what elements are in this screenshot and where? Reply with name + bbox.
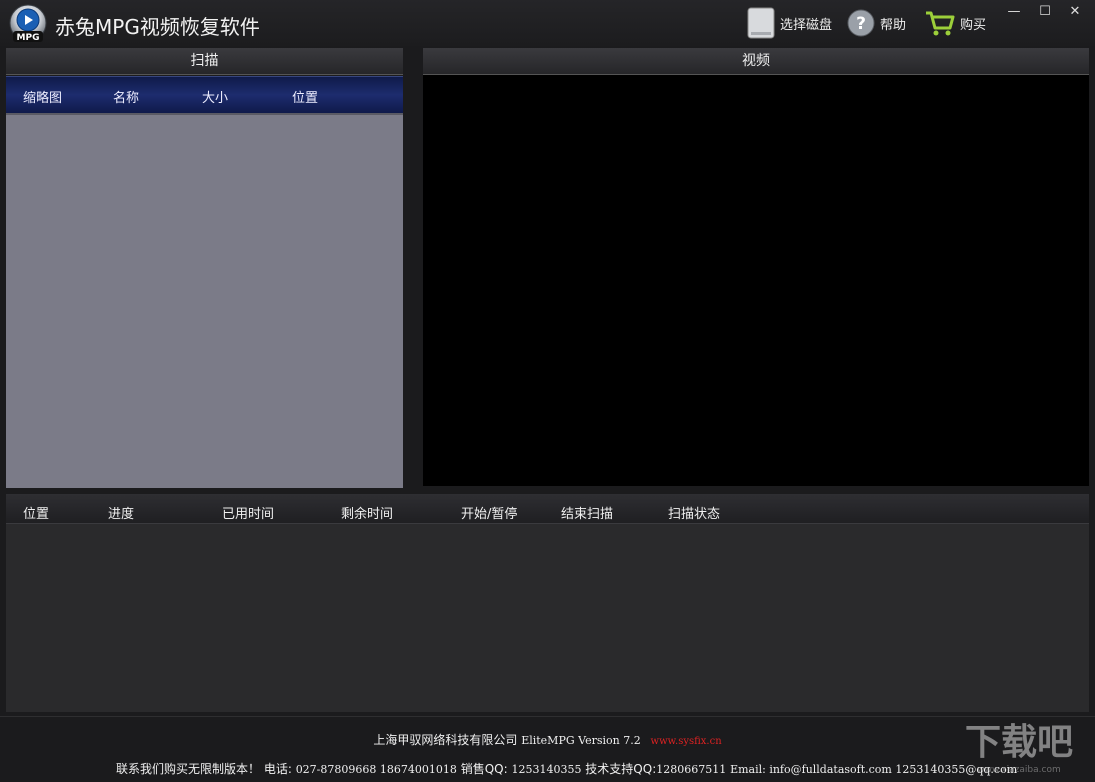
status-col-scan-state: 扫描状态 — [668, 507, 721, 522]
svg-text:?: ? — [856, 14, 866, 34]
sales-qq: 1253140355 — [511, 763, 582, 776]
minimize-button[interactable]: — — [999, 0, 1029, 22]
watermark-text: 下载吧 — [965, 722, 1073, 763]
column-location[interactable]: 位置 — [292, 87, 318, 106]
minimize-icon: — — [1007, 3, 1021, 19]
column-thumbnail[interactable]: 缩略图 — [23, 87, 62, 106]
scan-panel-title: 扫描 — [6, 48, 403, 75]
buy-button[interactable]: 购买 — [924, 6, 986, 40]
maximize-button[interactable]: ☐ — [1030, 0, 1060, 22]
title-bar: MPG 赤兔MPG视频恢复软件 选择磁盘 ? 帮助 购买 — ☐ ✕ — [0, 0, 1095, 46]
footer-info-line: 上海甲驭网络科技有限公司 EliteMPG Version 7.2 www.sy… — [0, 731, 1095, 748]
close-button[interactable]: ✕ — [1060, 0, 1090, 22]
website-link[interactable]: www.sysfix.cn — [651, 736, 722, 747]
close-icon: ✕ — [1069, 3, 1081, 19]
cart-icon — [926, 11, 955, 36]
version-text: EliteMPG Version 7.2 — [521, 734, 641, 747]
help-button[interactable]: ? 帮助 — [846, 6, 906, 40]
maximize-icon: ☐ — [1039, 3, 1051, 19]
sales-qq-label: 销售QQ: — [460, 762, 508, 776]
status-col-progress: 进度 — [108, 507, 135, 522]
disk-icon — [747, 7, 775, 39]
status-col-elapsed: 已用时间 — [222, 507, 275, 522]
help-label: 帮助 — [880, 17, 907, 33]
video-preview — [423, 75, 1089, 486]
logo-text: MPG — [17, 33, 40, 43]
status-column-header: 位置 进度 已用时间 剩余时间 开始/暂停 结束扫描 扫描状态 — [6, 494, 1089, 524]
status-list[interactable] — [6, 524, 1089, 712]
scan-results-list[interactable] — [6, 113, 403, 488]
help-icon: ? — [847, 9, 875, 37]
support-qq-label: 技术支持QQ: — [585, 762, 657, 776]
select-disk-label: 选择磁盘 — [780, 17, 833, 33]
app-logo-icon: MPG — [9, 4, 47, 43]
footer: 上海甲驭网络科技有限公司 EliteMPG Version 7.2 www.sy… — [0, 716, 1095, 782]
footer-contact-line: 联系我们购买无限制版本！ 电话: 027-87809668 1867400101… — [116, 760, 1017, 777]
select-disk-button[interactable]: 选择磁盘 — [746, 6, 832, 40]
status-col-start-pause: 开始/暂停 — [461, 507, 518, 522]
status-col-remaining: 剩余时间 — [341, 507, 394, 522]
video-panel-title: 视频 — [423, 48, 1089, 75]
buy-label: 购买 — [960, 17, 987, 33]
watermark-logo: 下载吧 www.xiazaiba.com — [965, 722, 1073, 775]
status-col-location: 位置 — [23, 507, 50, 522]
phone-numbers: 027-87809668 18674001018 — [295, 763, 457, 776]
contact-prefix: 联系我们购买无限制版本！ 电话: — [116, 762, 292, 776]
support-qq: 1280667511 — [656, 763, 727, 776]
column-size[interactable]: 大小 — [202, 87, 228, 106]
column-name[interactable]: 名称 — [113, 87, 139, 106]
scan-column-header: 缩略图 名称 大小 位置 — [6, 76, 403, 114]
status-col-stop-scan: 结束扫描 — [561, 507, 614, 522]
watermark-url: www.xiazaiba.com — [977, 765, 1061, 775]
company-name: 上海甲驭网络科技有限公司 — [373, 733, 518, 747]
app-title: 赤兔MPG视频恢复软件 — [55, 15, 260, 39]
